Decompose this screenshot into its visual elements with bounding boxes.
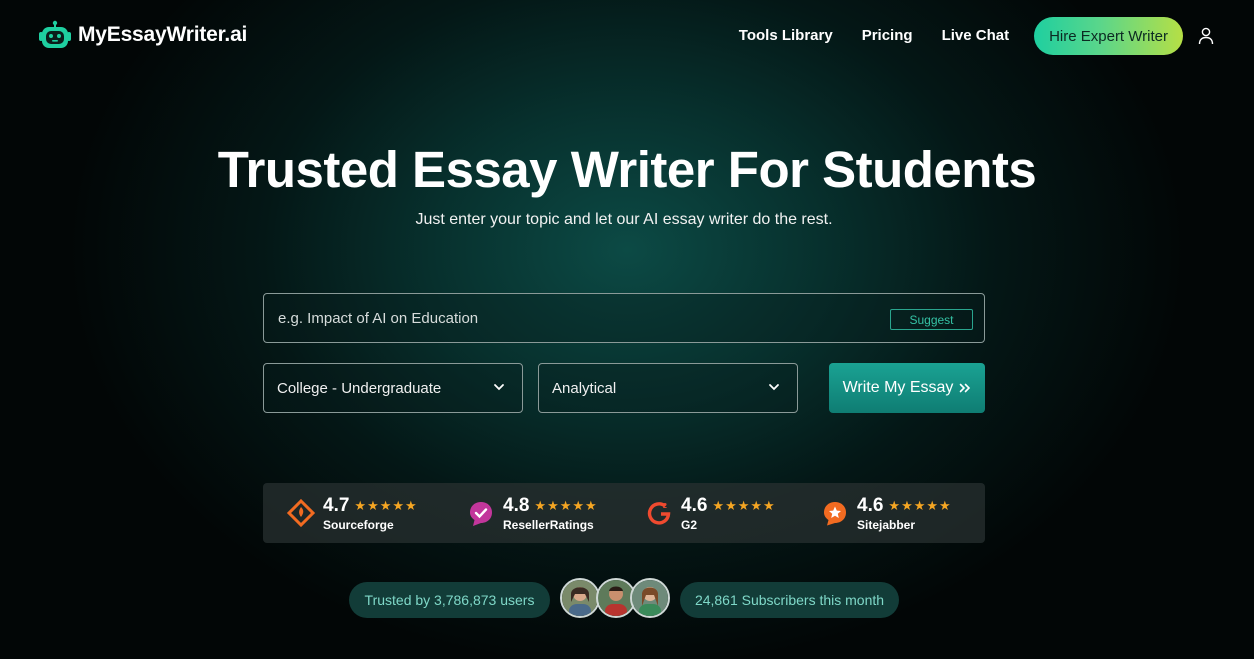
page-title: Trusted Essay Writer For Students	[217, 141, 1037, 198]
double-chevron-right-icon	[960, 383, 971, 393]
robot-logo-icon	[39, 20, 71, 48]
essay-type-value: Analytical	[552, 379, 617, 397]
essay-type-select[interactable]: Analytical	[538, 363, 798, 413]
resellerratings-icon	[470, 502, 492, 526]
rating-score: 4.6	[681, 494, 708, 516]
academic-level-select[interactable]: College - Undergraduate	[263, 363, 523, 413]
rating-source: Sitejabber	[857, 517, 916, 532]
rating-source: Sourceforge	[323, 517, 394, 532]
rating-stars: ★★★★★	[888, 497, 952, 513]
sitejabber-icon	[824, 502, 846, 526]
suggest-button[interactable]: Suggest	[890, 309, 973, 330]
chevron-down-icon	[769, 384, 779, 391]
rating-source: G2	[681, 517, 698, 532]
trusted-users-badge: Trusted by 3,786,873 users	[349, 582, 550, 618]
monthly-subscribers-badge: 24,861 Subscribers this month	[680, 582, 899, 618]
rating-resellerratings[interactable]: 4.8 ★★★★★ ResellerRatings	[467, 483, 598, 543]
academic-level-value: College - Undergraduate	[277, 379, 442, 397]
brand-name: MyEssayWriter.ai	[78, 23, 248, 46]
user-icon[interactable]	[1198, 27, 1214, 45]
nav-pricing[interactable]: Pricing	[862, 17, 913, 55]
rating-score: 4.6	[857, 494, 884, 516]
nav-live-chat[interactable]: Live Chat	[942, 17, 1010, 55]
rating-g2[interactable]: 2 4.6 ★★★★★ G2	[645, 483, 776, 543]
sourceforge-icon	[287, 499, 315, 527]
rating-sitejabber[interactable]: 4.6 ★★★★★ Sitejabber	[821, 483, 952, 543]
write-my-essay-button[interactable]: Write My Essay	[829, 363, 985, 413]
avatar	[560, 578, 600, 618]
chevron-down-icon	[494, 384, 504, 391]
top-nav: Tools Library Pricing Live Chat Hire Exp…	[739, 17, 1214, 55]
rating-stars: ★★★★★	[712, 497, 776, 513]
hire-expert-writer-button[interactable]: Hire Expert Writer	[1034, 17, 1183, 55]
brand-logo[interactable]: MyEssayWriter.ai	[38, 20, 247, 50]
nav-tools-library[interactable]: Tools Library	[739, 17, 833, 55]
write-my-essay-label: Write My Essay	[842, 379, 954, 396]
rating-score: 4.8	[503, 494, 530, 516]
page-subtitle: Just enter your topic and let our AI ess…	[415, 211, 833, 228]
rating-sourceforge[interactable]: 4.7 ★★★★★ Sourceforge	[287, 483, 418, 543]
ratings-bar: 4.7 ★★★★★ Sourceforge 4.8 ★★★★★ Reseller…	[263, 483, 985, 543]
rating-stars: ★★★★★	[354, 497, 418, 513]
topic-input[interactable]	[278, 294, 878, 342]
topic-field: Suggest	[263, 293, 985, 343]
rating-score: 4.7	[323, 494, 350, 516]
svg-text:2: 2	[663, 503, 667, 510]
avatar	[630, 578, 670, 618]
g2-icon: 2	[647, 502, 671, 525]
rating-source: ResellerRatings	[503, 517, 594, 532]
rating-stars: ★★★★★	[534, 497, 598, 513]
